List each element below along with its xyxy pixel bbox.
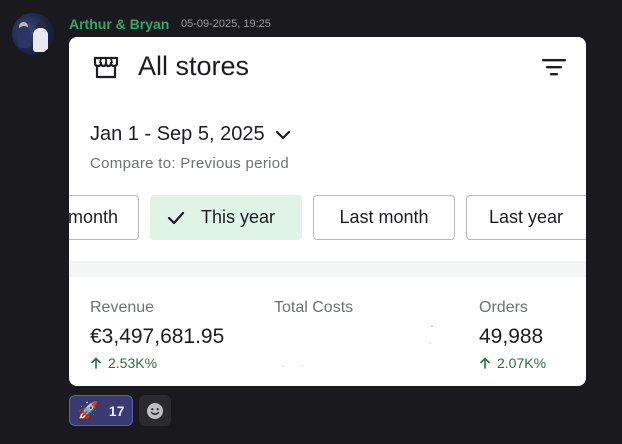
chip-this-year[interactable]: This year [150, 195, 302, 240]
chip-label: Last month [339, 207, 429, 227]
filter-icon[interactable] [539, 55, 569, 79]
store-icon [93, 56, 119, 79]
metric-value: €3,497,681.95 [90, 325, 225, 348]
metric-label: Orders [479, 299, 528, 316]
reactions-bar: 🚀 17 [69, 395, 171, 426]
chip-last-month[interactable]: Last month [313, 195, 455, 240]
chip-label: This year [201, 207, 276, 227]
metric-label: Total Costs [274, 299, 354, 316]
compare-label: Compare to: Previous period [90, 155, 290, 172]
chip-label: month [69, 207, 118, 227]
chip-label: Last year [489, 207, 564, 227]
message-timestamp: 05-09-2025, 19:25 [181, 18, 271, 30]
metric-label: Revenue [90, 299, 155, 316]
chip-this-month[interactable]: month [69, 195, 139, 240]
smiley-icon [147, 402, 163, 419]
message-author[interactable]: Arthur & Bryan [69, 16, 169, 32]
arrow-up-icon [91, 357, 101, 369]
rocket-icon: 🚀 [77, 400, 99, 420]
metric-orders[interactable]: Orders 49,988 2.07K% [479, 299, 546, 371]
period-chips: month This year Last month Last year [69, 195, 586, 241]
analytics-card: All stores Jan 1 - Sep 5, 2025 Compare t… [69, 37, 586, 386]
metric-total-costs[interactable]: Total Costs [274, 299, 353, 325]
checkmark-icon [167, 211, 185, 224]
chevron-down-icon [275, 130, 290, 139]
chip-last-year[interactable]: Last year [466, 195, 586, 240]
date-range-label: Jan 1 - Sep 5, 2025 [90, 123, 265, 145]
reaction-rocket[interactable]: 🚀 17 [69, 395, 133, 426]
date-range-selector[interactable]: Jan 1 - Sep 5, 2025 [90, 123, 291, 146]
metric-delta-value: 2.07K% [497, 355, 547, 371]
arrow-up-icon [480, 357, 490, 369]
section-divider [69, 261, 586, 277]
add-reaction-button[interactable] [139, 395, 171, 426]
metric-delta: 2.07K% [479, 355, 546, 371]
metric-revenue[interactable]: Revenue €3,497,681.95 2.53K% [90, 299, 224, 371]
reaction-count: 17 [108, 402, 125, 419]
metric-delta: 2.53K% [90, 355, 224, 371]
page-title: All stores [138, 51, 250, 81]
avatar[interactable] [12, 13, 54, 55]
metric-value: 49,988 [479, 325, 544, 348]
metric-delta-value: 2.53K% [108, 355, 158, 371]
